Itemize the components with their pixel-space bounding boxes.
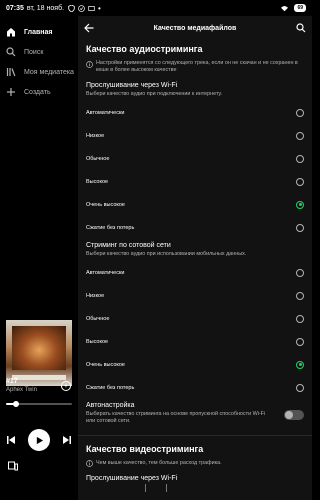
- battery-indicator: 69: [294, 4, 306, 12]
- option-label: Низкое: [86, 292, 105, 299]
- play-button[interactable]: [28, 429, 50, 451]
- divider: [78, 435, 312, 436]
- dot-icon: •: [98, 3, 101, 13]
- radio-button[interactable]: [296, 337, 304, 346]
- playback-controls: [6, 428, 72, 452]
- cellular-option[interactable]: Высокое: [78, 330, 312, 353]
- option-label: Сжатие без потерь: [86, 224, 135, 231]
- plus-icon: [6, 87, 16, 97]
- sidebar-item-label: Поиск: [24, 48, 44, 56]
- radio-button[interactable]: [296, 154, 304, 163]
- info-icon: [86, 61, 93, 68]
- option-label: Автоматически: [86, 269, 125, 276]
- home-icon: [6, 27, 16, 37]
- option-label: Автоматически: [86, 109, 125, 116]
- wifi-option[interactable]: Низкое: [78, 124, 312, 147]
- library-icon: [6, 67, 16, 77]
- auto-adjust-toggle[interactable]: [284, 410, 304, 420]
- sidebar-item-create[interactable]: Создать: [0, 82, 78, 102]
- radio-button[interactable]: [296, 383, 304, 392]
- next-icon[interactable]: [62, 435, 72, 445]
- option-label: Очень высокое: [86, 201, 125, 208]
- audio-info-text: Настройки применятся со следующего трека…: [96, 60, 298, 73]
- add-to-library-button[interactable]: +: [61, 381, 71, 391]
- option-label: Низкое: [86, 132, 105, 139]
- option-label: Сжатие без потерь: [86, 384, 135, 391]
- cellular-quality-title: Стриминг по сотовой сети: [86, 242, 171, 249]
- audio-quality-heading: Качество аудиостриминга: [86, 44, 203, 54]
- option-label: Очень высокое: [86, 361, 125, 368]
- radio-button[interactable]: [296, 291, 304, 300]
- cellular-options: Автоматически Низкое Обычное Высокое Очень в…: [78, 261, 312, 399]
- wifi-option[interactable]: Сжатие без потерь: [78, 216, 312, 239]
- video-quality-heading: Качество видеостриминга: [86, 444, 204, 454]
- wifi-options: Автоматически Низкое Обычное Высокое Очень в…: [78, 101, 312, 239]
- radio-button[interactable]: [296, 314, 304, 323]
- info-icon: [86, 460, 93, 467]
- auto-adjust-desc: Выбирать качество стриминга на основе пр…: [86, 411, 266, 424]
- status-bar: 07:35 вт, 18 нояб. • 69: [0, 0, 312, 16]
- wifi-quality-desc: Выбери качество аудио при подключении к …: [86, 91, 223, 97]
- radio-button[interactable]: [296, 131, 304, 140]
- system-nav-bar: [0, 476, 312, 500]
- shield-icon: [68, 4, 75, 12]
- header: Качество медиафайлов: [78, 16, 312, 40]
- wifi-option[interactable]: Высокое: [78, 170, 312, 193]
- radio-button[interactable]: [296, 223, 304, 232]
- option-label: Высокое: [86, 178, 109, 185]
- auto-adjust-row: Автонастройка Выбирать качество стриминг…: [78, 402, 312, 425]
- radio-button[interactable]: [296, 200, 304, 209]
- wifi-option[interactable]: Очень высокое: [78, 193, 312, 216]
- status-date: вт, 18 нояб.: [26, 4, 65, 12]
- page-title: Качество медиафайлов: [153, 24, 237, 32]
- connect-device-icon[interactable]: [8, 461, 18, 471]
- audio-info: Настройки применятся со следующего трека…: [78, 60, 312, 74]
- notification-icon: [88, 5, 95, 11]
- cellular-option[interactable]: Очень высокое: [78, 353, 312, 376]
- video-info-text: Чем выше качество, тем больше расход тра…: [96, 460, 222, 466]
- radio-button[interactable]: [296, 268, 304, 277]
- nav-handle[interactable]: [166, 484, 167, 492]
- settings-panel: Качество медиафайлов Качество аудиострим…: [78, 16, 312, 500]
- sidebar-item-home[interactable]: Главная: [0, 22, 78, 42]
- wifi-quality-title: Прослушивание через Wi-Fi: [86, 82, 178, 89]
- wifi-option[interactable]: Обычное: [78, 147, 312, 170]
- radio-button[interactable]: [296, 108, 304, 117]
- progress-knob[interactable]: [12, 401, 19, 407]
- cellular-option[interactable]: Низкое: [78, 284, 312, 307]
- option-label: Обычное: [86, 315, 110, 322]
- now-playing-artist[interactable]: Aphex Twin: [6, 387, 37, 393]
- previous-icon[interactable]: [6, 435, 16, 445]
- album-art[interactable]: [6, 320, 72, 386]
- status-time: 07:35: [6, 4, 24, 12]
- progress-bar[interactable]: [6, 401, 72, 407]
- wifi-icon: [281, 5, 289, 11]
- sidebar-item-library[interactable]: Моя медиатека: [0, 62, 78, 82]
- cellular-option[interactable]: Автоматически: [78, 261, 312, 284]
- sidebar-item-label: Моя медиатека: [24, 68, 74, 76]
- cellular-option[interactable]: Сжатие без потерь: [78, 376, 312, 399]
- back-arrow-icon[interactable]: [84, 23, 94, 33]
- sidebar-item-search[interactable]: Поиск: [0, 42, 78, 62]
- video-info: Чем выше качество, тем больше расход тра…: [78, 460, 312, 467]
- search-icon[interactable]: [296, 23, 306, 33]
- cellular-quality-desc: Выбери качество аудио при использовании …: [86, 251, 247, 257]
- cellular-option[interactable]: Обычное: [78, 307, 312, 330]
- wifi-option[interactable]: Автоматически: [78, 101, 312, 124]
- option-label: Высокое: [86, 338, 109, 345]
- sidebar-item-label: Главная: [24, 28, 53, 36]
- play-icon: [36, 436, 43, 444]
- sidebar-item-label: Создать: [24, 88, 51, 96]
- now-playing-title[interactable]: #17: [6, 378, 18, 385]
- option-label: Обычное: [86, 155, 110, 162]
- radio-button[interactable]: [296, 360, 304, 369]
- auto-adjust-label: Автонастройка: [86, 402, 135, 409]
- search-icon: [6, 47, 16, 57]
- nav-handle[interactable]: [145, 484, 146, 492]
- check-icon: [78, 4, 85, 12]
- radio-button[interactable]: [296, 177, 304, 186]
